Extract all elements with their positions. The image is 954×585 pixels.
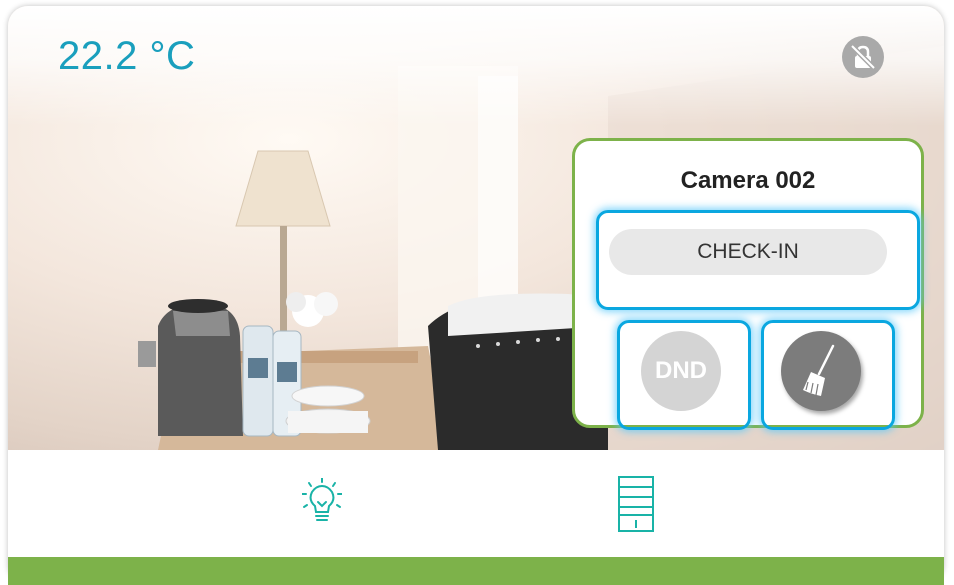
- panel-title: Camera 002: [680, 167, 816, 194]
- dnd-button[interactable]: DND: [641, 331, 721, 411]
- cleaning-request-button[interactable]: [781, 331, 861, 411]
- temperature-reading: 22.2 °C: [58, 34, 196, 78]
- light-bulb-icon[interactable]: [302, 478, 342, 528]
- lock-toggle-button[interactable]: [842, 36, 884, 78]
- bottom-status-bar: [8, 557, 944, 585]
- dnd-label: DND: [655, 357, 707, 384]
- checkin-button[interactable]: CHECK-IN: [609, 229, 887, 275]
- lock-crossed-icon: [850, 44, 876, 70]
- broom-icon: [803, 344, 835, 396]
- blind-shutter-icon[interactable]: [618, 476, 654, 532]
